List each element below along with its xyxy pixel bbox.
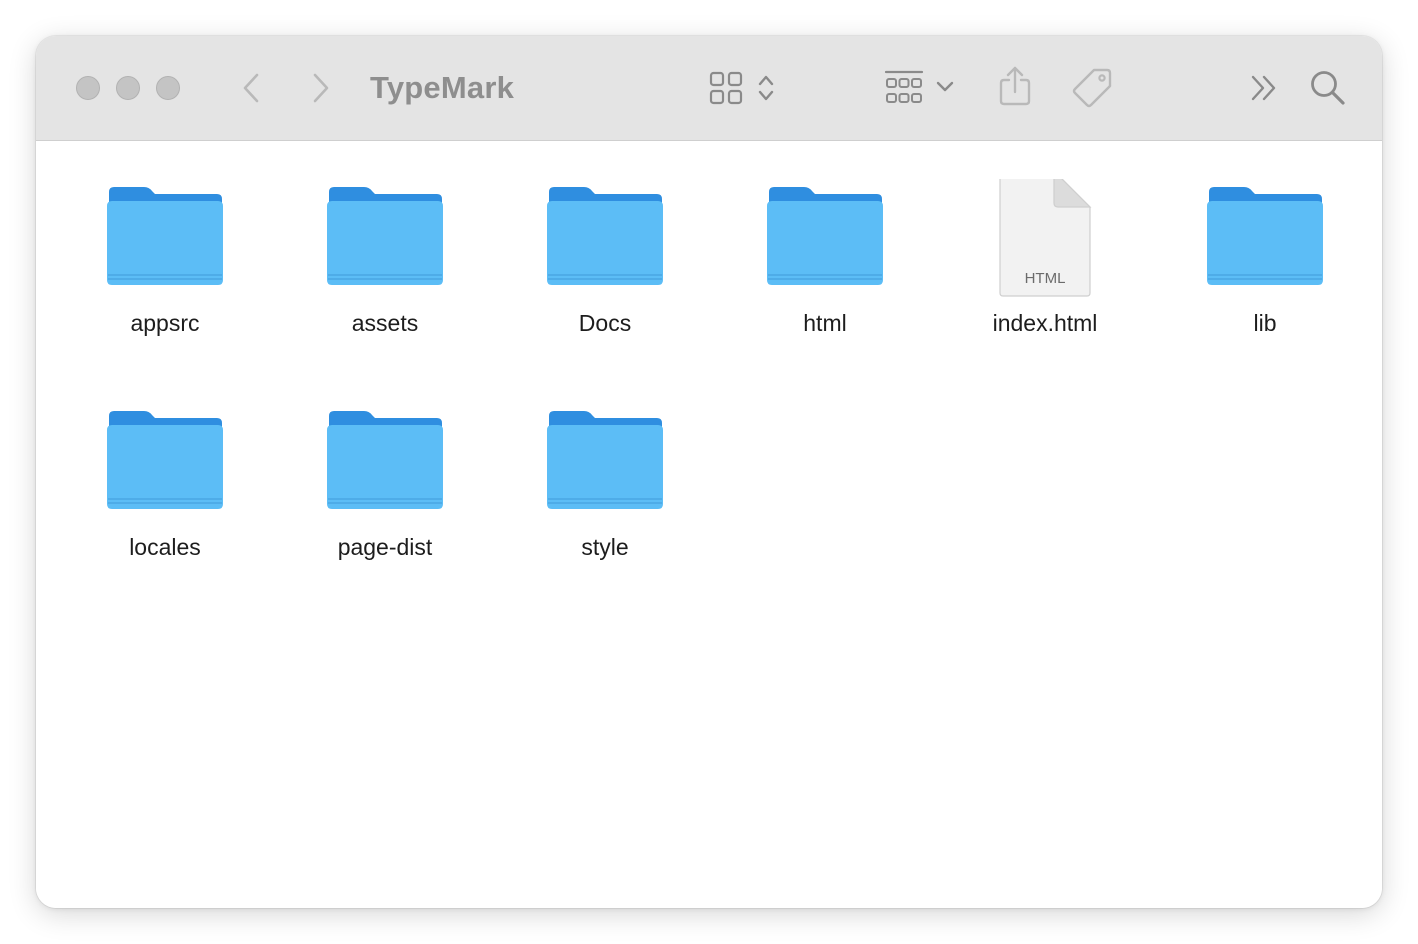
file-name-label: assets [351, 310, 419, 336]
close-button[interactable] [76, 76, 100, 100]
group-by-icon[interactable] [884, 68, 924, 108]
file-name-label: Docs [578, 310, 632, 336]
file-name-label: style [581, 534, 629, 560]
minimize-button[interactable] [116, 76, 140, 100]
toolbar: TypeMark [36, 36, 1382, 141]
file-name-label: appsrc [130, 310, 200, 336]
file-item-page-dist[interactable]: page-dist [275, 403, 495, 613]
icon-grid-view-icon[interactable] [708, 70, 744, 106]
tag-icon[interactable] [1072, 66, 1114, 108]
file-item-locales[interactable]: locales [55, 403, 275, 613]
double-chevron-right-icon[interactable] [1248, 72, 1280, 104]
chevron-left-icon[interactable] [236, 70, 266, 106]
file-item-html[interactable]: html [715, 179, 935, 389]
share-icon[interactable] [996, 64, 1034, 108]
up-down-chevron-icon[interactable] [756, 70, 776, 106]
folder-icon [107, 411, 223, 509]
file-item-appsrc[interactable]: appsrc [55, 179, 275, 389]
file-item-lib[interactable]: lib [1155, 179, 1375, 389]
file-name-label: page-dist [337, 534, 433, 560]
folder-icon [547, 187, 663, 285]
folder-icon [1207, 187, 1323, 285]
file-name-label: index.html [992, 310, 1098, 336]
folder-icon [547, 411, 663, 509]
file-name-label: html [803, 310, 847, 336]
file-grid: appsrc assets Docs html HTML index.html … [36, 141, 1382, 908]
folder-icon [327, 187, 443, 285]
magnifying-glass-icon[interactable] [1308, 68, 1348, 108]
folder-icon [107, 187, 223, 285]
file-item-index-html[interactable]: HTML index.html [935, 179, 1155, 389]
html-document-icon: HTML [999, 179, 1092, 297]
chevron-right-icon[interactable] [306, 70, 336, 106]
file-name-label: locales [129, 534, 201, 560]
file-badge-label: HTML [1025, 270, 1066, 287]
file-item-style[interactable]: style [495, 403, 715, 613]
zoom-button[interactable] [156, 76, 180, 100]
folder-icon [767, 187, 883, 285]
file-item-assets[interactable]: assets [275, 179, 495, 389]
folder-icon [327, 411, 443, 509]
file-name-label: lib [1253, 310, 1277, 336]
chevron-down-icon[interactable] [934, 76, 956, 98]
file-item-docs[interactable]: Docs [495, 179, 715, 389]
finder-window: TypeMark appsrc assets Docs html HTML in… [36, 36, 1382, 908]
window-title: TypeMark [370, 70, 515, 105]
